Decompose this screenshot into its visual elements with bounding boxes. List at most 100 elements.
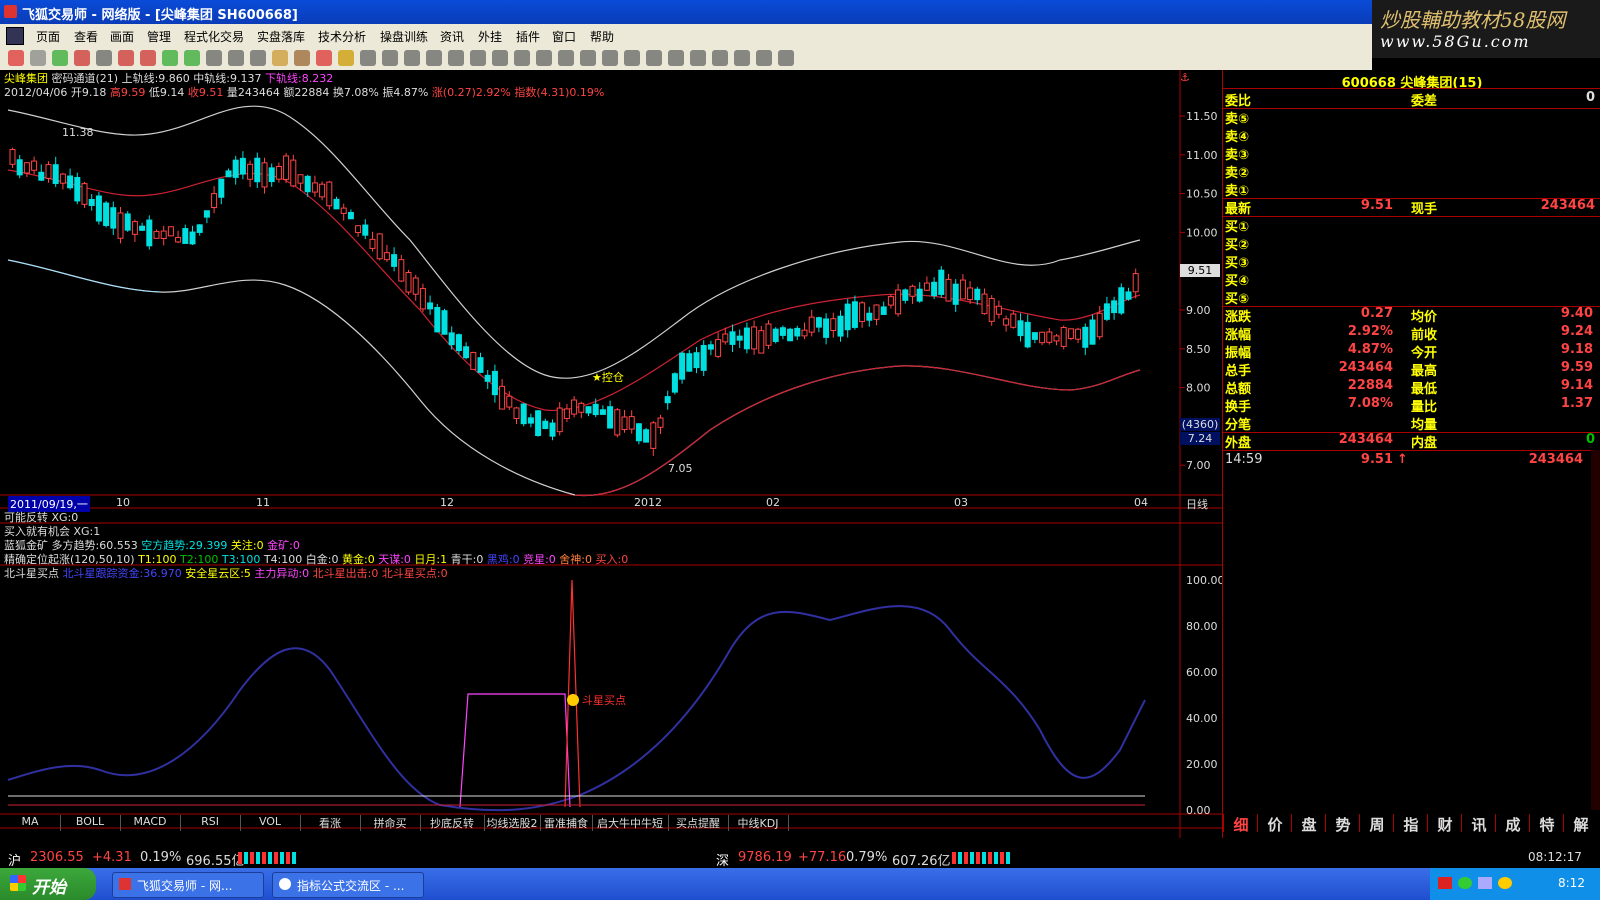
quote-tab[interactable]: 财 — [1427, 814, 1462, 834]
menu-external[interactable]: 外挂 — [478, 28, 502, 45]
toolbar-button-icon[interactable] — [184, 50, 200, 66]
menu-view[interactable]: 查看 — [74, 28, 98, 45]
toolbar-button-icon[interactable] — [712, 50, 728, 66]
stat-cell: 最高 — [1411, 364, 1438, 379]
toolbar-button-icon[interactable] — [404, 50, 420, 66]
menu-app-icon[interactable] — [6, 27, 24, 45]
task-browser-label: 指标公式交流区 - ... — [297, 879, 405, 893]
tab-vol[interactable]: VOL — [240, 815, 301, 831]
toolbar-button-icon[interactable] — [272, 50, 288, 66]
tab-bottom-reverse[interactable]: 抄底反转 — [420, 815, 485, 831]
period-label[interactable]: 日线 — [1186, 496, 1208, 512]
toolbar-button-icon[interactable] — [470, 50, 486, 66]
toolbar-button-icon[interactable] — [756, 50, 772, 66]
anchor-icon[interactable]: ⚓ — [1180, 71, 1190, 84]
menu-live-store[interactable]: 实盘落库 — [257, 28, 305, 45]
quote-tab[interactable]: 讯 — [1461, 814, 1496, 834]
task-browser[interactable]: 指标公式交流区 - ... — [272, 872, 424, 898]
tab-ma-select[interactable]: 均线选股2 — [484, 815, 541, 831]
tab-macd[interactable]: MACD — [120, 815, 181, 831]
toolbar-button-icon[interactable] — [360, 50, 376, 66]
quote-tab[interactable]: 盘 — [1291, 814, 1326, 834]
menu-help[interactable]: 帮助 — [590, 28, 614, 45]
ime-icon[interactable] — [1438, 877, 1452, 889]
quote-tab[interactable]: 解 — [1563, 814, 1598, 834]
toolbar-button-icon[interactable] — [580, 50, 596, 66]
toolbar-button-icon[interactable] — [602, 50, 618, 66]
candle — [1075, 328, 1082, 340]
candle — [808, 316, 815, 333]
tab-kdj[interactable]: 中线KDJ — [728, 815, 789, 831]
toolbar-button-icon[interactable] — [118, 50, 134, 66]
toolbar-button-icon[interactable] — [250, 50, 266, 66]
toolbar-button-icon[interactable] — [536, 50, 552, 66]
toolbar-button-icon[interactable] — [558, 50, 574, 66]
chart-panel[interactable]: 尖峰集团 密码通道(21) 上轨线:9.860 中轨线:9.137 下轨线:8.… — [0, 70, 1222, 838]
menu-screen[interactable]: 画面 — [110, 28, 134, 45]
menu-plugin[interactable]: 插件 — [516, 28, 540, 45]
toolbar-button-icon[interactable] — [448, 50, 464, 66]
toolbar-button-icon[interactable] — [514, 50, 530, 66]
candle — [815, 317, 822, 328]
quote-tab[interactable]: 周 — [1359, 814, 1394, 834]
toolbar-button-icon[interactable] — [30, 50, 46, 66]
toolbar-button-icon[interactable] — [52, 50, 68, 66]
toolbar-button-icon[interactable] — [162, 50, 178, 66]
toolbar-button-icon[interactable] — [734, 50, 750, 66]
tab-bull[interactable]: 启大牛中牛短 — [592, 815, 669, 831]
toolbar-button-icon[interactable] — [492, 50, 508, 66]
candle — [506, 395, 513, 408]
menu-manage[interactable]: 管理 — [147, 28, 171, 45]
toolbar-button-icon[interactable] — [140, 50, 156, 66]
toolbar-button-icon[interactable] — [8, 50, 24, 66]
volume-icon[interactable] — [1478, 877, 1492, 889]
app-task-icon — [119, 878, 131, 890]
menu-news[interactable]: 资讯 — [440, 28, 464, 45]
network-icon[interactable] — [1458, 877, 1472, 889]
tab-bullish[interactable]: 看涨 — [300, 815, 361, 831]
menu-page[interactable]: 页面 — [36, 28, 60, 45]
candle — [463, 346, 470, 359]
toolbar-button-icon[interactable] — [690, 50, 706, 66]
task-app[interactable]: 飞狐交易师 - 网... — [112, 872, 264, 898]
price-tick-label: 10.00 — [1186, 226, 1218, 239]
tab-buy-hard[interactable]: 拼命买 — [360, 815, 421, 831]
toolbar-button-icon[interactable] — [206, 50, 222, 66]
toolbar-button-icon[interactable] — [294, 50, 310, 66]
tab-rsi[interactable]: RSI — [180, 815, 241, 831]
toolbar-button-icon[interactable] — [96, 50, 112, 66]
quote-tab[interactable]: 成 — [1495, 814, 1530, 834]
toolbar-button-icon[interactable] — [338, 50, 354, 66]
price-chart-svg[interactable]: 11.5011.0010.5010.009.509.008.508.007.50… — [0, 70, 1222, 838]
toolbar-button-icon[interactable] — [426, 50, 442, 66]
ind4-heiji: 黑鸡:0 — [486, 553, 520, 566]
tab-boll[interactable]: BOLL — [60, 815, 121, 831]
tick-scrollbar[interactable] — [1591, 450, 1600, 810]
menu-tech-analysis[interactable]: 技术分析 — [318, 28, 366, 45]
start-button[interactable]: 开始 — [0, 868, 96, 900]
candle — [707, 344, 714, 350]
tab-ma[interactable]: MA — [0, 815, 61, 831]
menu-trade-training[interactable]: 操盘训练 — [380, 28, 428, 45]
oscillator-axis: 100.00 80.00 60.00 40.00 20.00 0.00 — [1186, 574, 1222, 817]
toolbar-button-icon[interactable] — [228, 50, 244, 66]
toolbar-button-icon[interactable] — [624, 50, 640, 66]
tab-radar[interactable]: 雷准捕食 — [540, 815, 593, 831]
toolbar-button-icon[interactable] — [668, 50, 684, 66]
security-icon[interactable] — [1498, 877, 1512, 889]
quote-tab[interactable]: 特 — [1529, 814, 1564, 834]
quote-tab[interactable]: 价 — [1257, 814, 1292, 834]
toolbar-button-icon[interactable] — [778, 50, 794, 66]
toolbar-button-icon[interactable] — [74, 50, 90, 66]
quote-tab[interactable]: 细 — [1223, 814, 1258, 834]
candle — [952, 283, 959, 305]
toolbar-button-icon[interactable] — [646, 50, 662, 66]
toolbar-button-icon[interactable] — [382, 50, 398, 66]
tab-buy-alert[interactable]: 买点提醒 — [668, 815, 729, 831]
menu-program-trade[interactable]: 程式化交易 — [184, 28, 244, 45]
candle — [297, 174, 304, 184]
menu-window[interactable]: 窗口 — [552, 28, 576, 45]
quote-tab[interactable]: 势 — [1325, 814, 1360, 834]
quote-tab[interactable]: 指 — [1393, 814, 1428, 834]
toolbar-button-icon[interactable] — [316, 50, 332, 66]
